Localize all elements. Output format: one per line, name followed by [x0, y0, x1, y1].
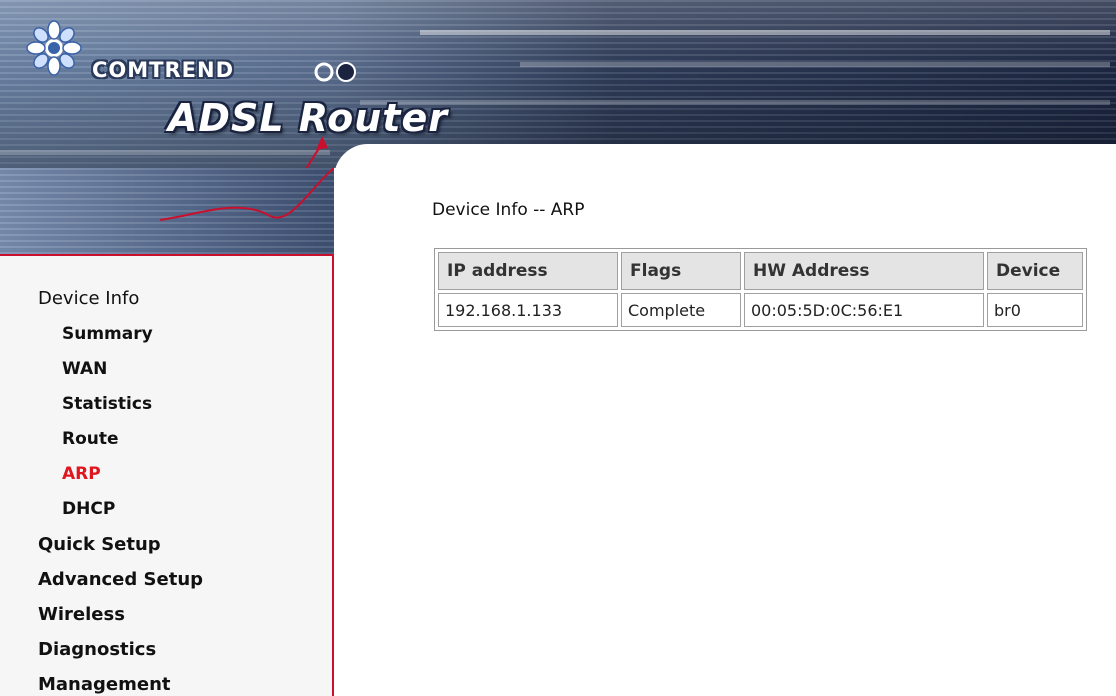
sidebar-item-route[interactable]: Route: [62, 429, 119, 449]
sidebar-item-advanced-setup[interactable]: Advanced Setup: [38, 569, 203, 590]
sidebar-item-dhcp[interactable]: DHCP: [62, 499, 115, 519]
router-web-ui: COMTREND ADSL Router Device Info Summary…: [0, 0, 1116, 696]
brand-name: COMTREND: [92, 58, 235, 82]
sidebar-item-arp[interactable]: ARP: [62, 464, 101, 484]
arp-table: IP address Flags HW Address Device 192.1…: [434, 248, 1087, 331]
sidebar-item-wan[interactable]: WAN: [62, 359, 107, 379]
sidebar-item-wireless[interactable]: Wireless: [38, 604, 125, 625]
column-header-ip-address: IP address: [438, 252, 618, 290]
table-row: 192.168.1.133 Complete 00:05:5D:0C:56:E1…: [438, 293, 1083, 327]
column-header-hw-address: HW Address: [744, 252, 984, 290]
sidebar-item-summary[interactable]: Summary: [62, 324, 153, 344]
sidebar-item-device-info[interactable]: Device Info: [38, 288, 139, 309]
page-title: Device Info -- ARP: [432, 200, 585, 220]
table-header-row: IP address Flags HW Address Device: [438, 252, 1083, 290]
sidebar-item-management[interactable]: Management: [38, 674, 171, 695]
column-header-device: Device: [987, 252, 1083, 290]
sidebar-item-diagnostics[interactable]: Diagnostics: [38, 639, 156, 660]
cell-flags: Complete: [621, 293, 741, 327]
comtrend-flower-logo-icon: [26, 20, 82, 76]
header-banner: COMTREND ADSL Router: [0, 0, 1116, 168]
column-header-flags: Flags: [621, 252, 741, 290]
sidebar-item-quick-setup[interactable]: Quick Setup: [38, 534, 161, 555]
cell-hw-address: 00:05:5D:0C:56:E1: [744, 293, 984, 327]
red-arrow-swoosh-icon: [305, 136, 328, 168]
sidebar-banner: [0, 168, 334, 256]
cell-device: br0: [987, 293, 1083, 327]
cell-ip-address: 192.168.1.133: [438, 293, 618, 327]
sidebar: [0, 256, 334, 696]
sidebar-item-statistics[interactable]: Statistics: [62, 394, 152, 414]
brand-dots-icon: [314, 62, 356, 82]
red-arrow-swoosh-icon: [159, 168, 334, 221]
